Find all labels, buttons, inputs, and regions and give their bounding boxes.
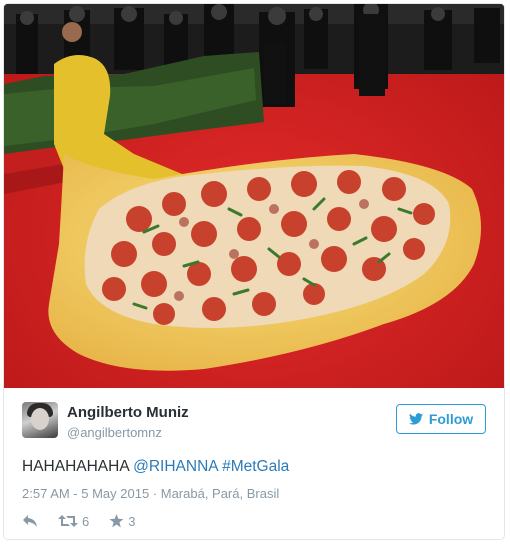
retweet-button[interactable]: 6 <box>58 514 89 529</box>
tweet-timestamp[interactable]: 2:57 AM - 5 May 2015 · Marabá, Pará, Bra… <box>22 486 279 501</box>
follow-button[interactable]: Follow <box>396 404 486 434</box>
retweet-count: 6 <box>82 513 90 529</box>
tweet-photo[interactable] <box>4 4 504 388</box>
avatar[interactable] <box>22 402 58 438</box>
twitter-bird-icon <box>408 413 423 425</box>
retweet-icon <box>58 515 78 527</box>
author-name[interactable]: Angilberto Muniz <box>67 404 189 421</box>
favorite-count: 3 <box>128 513 136 529</box>
hashtag-link[interactable]: #MetGala <box>222 458 289 475</box>
pizza-gown-photo <box>4 4 504 388</box>
follow-label: Follow <box>428 411 474 427</box>
author-handle[interactable]: @angilbertomnz <box>67 425 162 440</box>
mention-link[interactable]: @RIHANNA <box>133 458 218 475</box>
tweet-text: HAHAHAHAHA @RIHANNA #MetGala <box>22 458 289 476</box>
tweet-actions: 6 3 <box>22 512 155 530</box>
tweet-card: Angilberto Muniz @angilbertomnz Follow H… <box>3 3 505 540</box>
reply-icon <box>23 515 37 527</box>
tweet-text-plain: HAHAHAHAHA <box>22 458 134 475</box>
favorite-button[interactable]: 3 <box>109 514 135 529</box>
tweet-header: Angilberto Muniz @angilbertomnz Follow <box>22 402 486 442</box>
star-icon <box>109 514 124 528</box>
avatar-face <box>31 408 49 430</box>
reply-button[interactable] <box>22 514 38 528</box>
